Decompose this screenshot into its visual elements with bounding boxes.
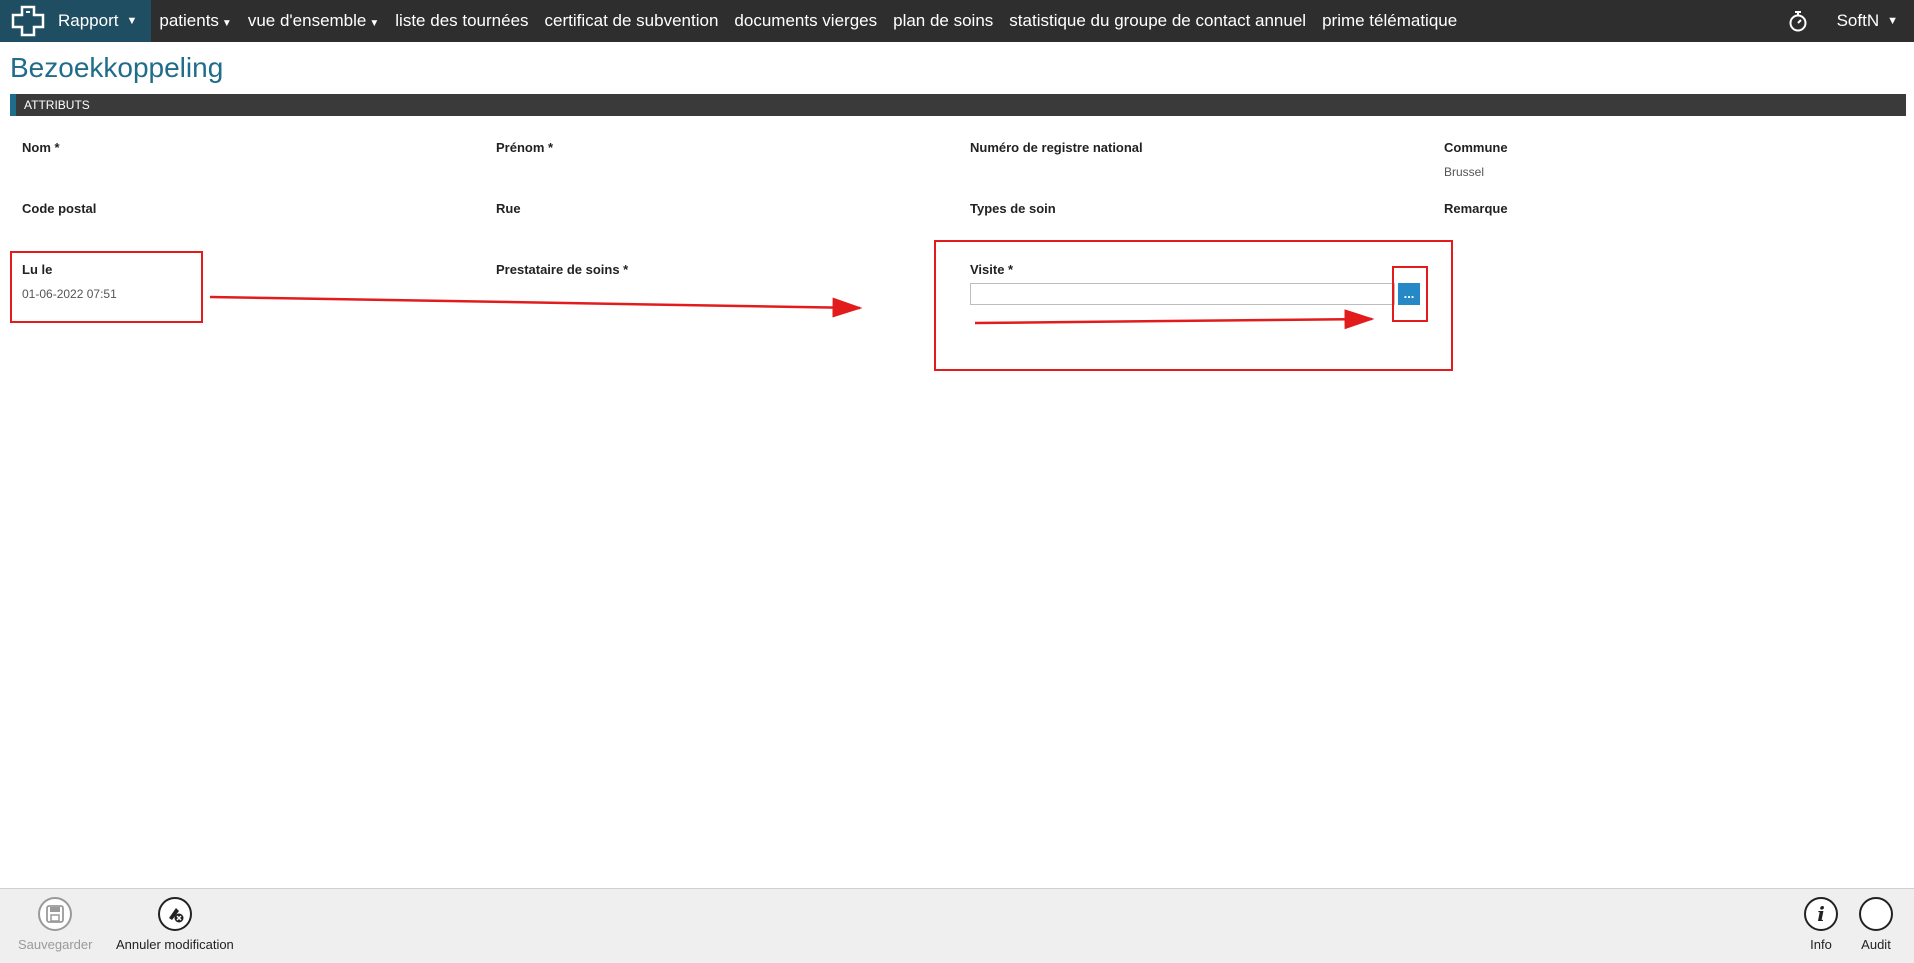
field-nom: Nom *: [22, 140, 462, 179]
audit-button[interactable]: Audit: [1859, 897, 1893, 952]
field-value: [496, 226, 936, 240]
audit-label: Audit: [1861, 937, 1891, 952]
field-prenom: Prénom *: [496, 140, 936, 179]
audit-icon: [1859, 897, 1893, 931]
chevron-down-icon: ▼: [126, 15, 138, 27]
field-label: Prénom *: [496, 140, 554, 155]
brand-menu[interactable]: Rapport ▼: [0, 0, 152, 42]
field-code-postal: Code postal: [22, 201, 462, 240]
page-title: Bezoekkoppeling: [10, 52, 224, 83]
floppy-disk-icon: [38, 897, 73, 931]
field-value: [970, 226, 1410, 240]
nav-item-documents-vierges[interactable]: documents vierges: [726, 11, 885, 31]
field-label: Types de soin: [970, 201, 1056, 216]
nav-item-plan-soins[interactable]: plan de soins: [885, 11, 1001, 31]
info-button[interactable]: i Info: [1804, 897, 1838, 952]
annotation-box-browse-button: [1392, 266, 1428, 322]
field-label: Numéro de registre national: [970, 140, 1143, 155]
chevron-down-icon: ▼: [1887, 15, 1898, 27]
brand-label: Rapport: [58, 11, 119, 30]
field-value: [22, 165, 462, 179]
footer-toolbar: Sauvegarder Annuler modification i Info …: [0, 888, 1914, 963]
field-commune: Commune Brussel: [1444, 140, 1884, 179]
main-menu: patients ▼ vue d'ensemble ▼ liste des tour…: [151, 0, 1465, 42]
caret-down-icon: ▼: [221, 18, 232, 29]
field-value: Brussel: [1444, 165, 1485, 179]
cancel-label: Annuler modification: [116, 937, 234, 952]
top-navigation-bar: Rapport ▼ patients ▼ vue d'ensemble ▼ list…: [0, 0, 1914, 42]
field-remarque: Remarque: [1444, 201, 1884, 240]
field-registre-national: Numéro de registre national: [970, 140, 1410, 179]
field-rue: Rue: [496, 201, 936, 240]
info-label: Info: [1810, 937, 1832, 952]
nav-item-patients[interactable]: patients ▼: [151, 11, 239, 31]
field-value: [496, 287, 936, 301]
field-label: Remarque: [1444, 201, 1508, 216]
save-label: Sauvegarder: [18, 937, 93, 952]
nav-item-statistique[interactable]: statistique du groupe de contact annuel: [1001, 11, 1314, 31]
user-menu[interactable]: SoftN: [1837, 11, 1880, 31]
field-value: [1444, 226, 1884, 240]
nav-item-liste-tournees[interactable]: liste des tournées: [387, 11, 536, 31]
nav-item-vue-ensemble[interactable]: vue d'ensemble ▼: [240, 11, 387, 31]
field-label: Commune: [1444, 140, 1508, 155]
top-right-area: SoftN ▼: [1787, 0, 1914, 42]
info-icon: i: [1804, 897, 1838, 931]
field-label: Nom *: [22, 140, 60, 155]
field-label: Code postal: [22, 201, 97, 216]
field-label: Prestataire de soins *: [496, 262, 629, 277]
field-value: [496, 165, 936, 179]
field-value: [22, 226, 462, 240]
annotation-box-lu-le: [10, 251, 203, 323]
field-label: Rue: [496, 201, 521, 216]
field-value: [970, 165, 1410, 179]
undo-edit-icon: [157, 897, 192, 931]
save-button[interactable]: Sauvegarder: [18, 897, 92, 952]
caret-down-icon: ▼: [369, 18, 380, 29]
nav-item-prime-telematique[interactable]: prime télématique: [1314, 11, 1465, 31]
field-prestataire: Prestataire de soins *: [496, 262, 936, 301]
nav-item-certificat-subvention[interactable]: certificat de subvention: [537, 11, 727, 31]
field-types-soin: Types de soin: [970, 201, 1410, 240]
stopwatch-icon[interactable]: [1787, 10, 1809, 32]
cancel-modification-button[interactable]: Annuler modification: [116, 897, 234, 952]
cross-logo-icon: [11, 5, 45, 37]
section-header-attributs: ATTRIBUTS: [10, 94, 1906, 116]
annotation-box-visite: [934, 240, 1453, 371]
